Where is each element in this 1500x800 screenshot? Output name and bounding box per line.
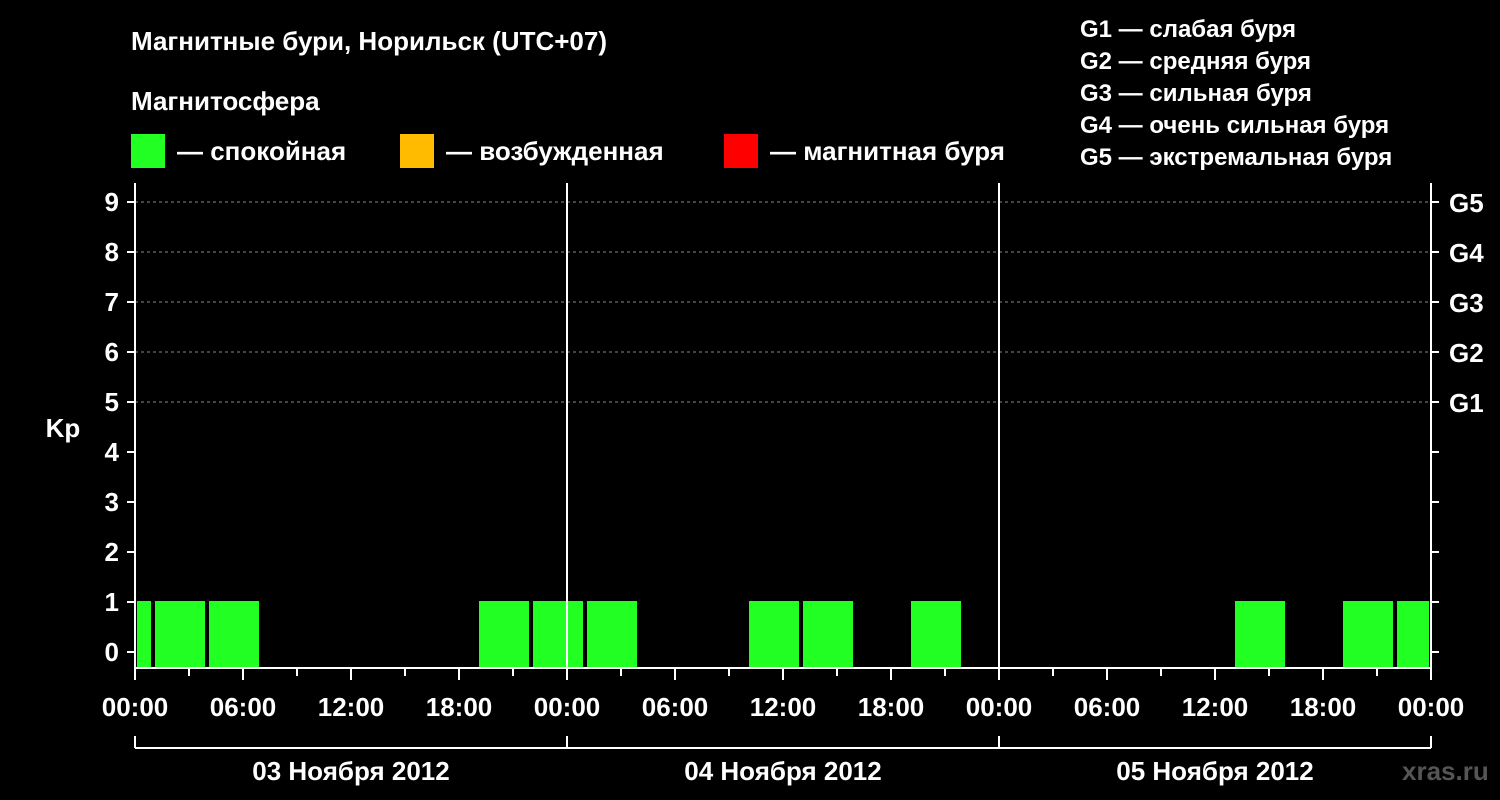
y-tick-label: 5 [105, 387, 119, 417]
watermark: xras.ru [1402, 756, 1489, 786]
y-tick-label: 6 [105, 337, 119, 367]
x-tick-label: 06:00 [1074, 692, 1141, 722]
kp-bar [479, 601, 529, 668]
kp-bar [1235, 601, 1285, 668]
y-tick-label: 3 [105, 487, 119, 517]
kp-chart: 0 1 2 3 4 5 6 7 8 9 G1 G2 G3 G4 G5 Kp 00:00 06:00 12:00 18:… [46, 183, 1484, 786]
g-tick-label: G3 [1449, 288, 1484, 318]
g-tick-label: G5 [1449, 188, 1484, 218]
day-label: 03 Ноября 2012 [252, 756, 449, 786]
x-tick-label: 18:00 [858, 692, 925, 722]
y-tick-label: 9 [105, 187, 119, 217]
x-tick-label: 12:00 [750, 692, 817, 722]
kp-bar [749, 601, 799, 668]
x-tick-label: 12:00 [318, 692, 385, 722]
x-tick-label: 00:00 [102, 692, 169, 722]
x-tick-label: 06:00 [642, 692, 709, 722]
y-tick-label: 7 [105, 287, 119, 317]
x-tick-label: 12:00 [1182, 692, 1249, 722]
y-tick-label: 8 [105, 237, 119, 267]
x-tick-label: 06:00 [210, 692, 277, 722]
kp-bar [1397, 601, 1429, 668]
x-tick-label: 00:00 [1398, 692, 1465, 722]
kp-bar [911, 601, 961, 668]
g-tick-label: G2 [1449, 338, 1484, 368]
y-tick-label: 2 [105, 537, 119, 567]
x-tick-label: 00:00 [966, 692, 1033, 722]
day-label: 04 Ноября 2012 [684, 756, 881, 786]
x-tick-label: 18:00 [1290, 692, 1357, 722]
y-axis-label: Kp [46, 413, 81, 443]
y-tick-label: 0 [105, 637, 119, 667]
kp-bar [137, 601, 151, 668]
kp-bar [803, 601, 853, 668]
g-tick-label: G1 [1449, 388, 1484, 418]
kp-bar [209, 601, 259, 668]
kp-bar [155, 601, 205, 668]
g-tick-label: G4 [1449, 238, 1484, 268]
day-label: 05 Ноября 2012 [1116, 756, 1313, 786]
kp-bar [533, 601, 583, 668]
y-tick-label: 4 [105, 437, 120, 467]
x-tick-label: 18:00 [426, 692, 493, 722]
y-tick-label: 1 [105, 587, 119, 617]
x-tick-label: 00:00 [534, 692, 601, 722]
kp-bar [1343, 601, 1393, 668]
kp-bar [587, 601, 637, 668]
